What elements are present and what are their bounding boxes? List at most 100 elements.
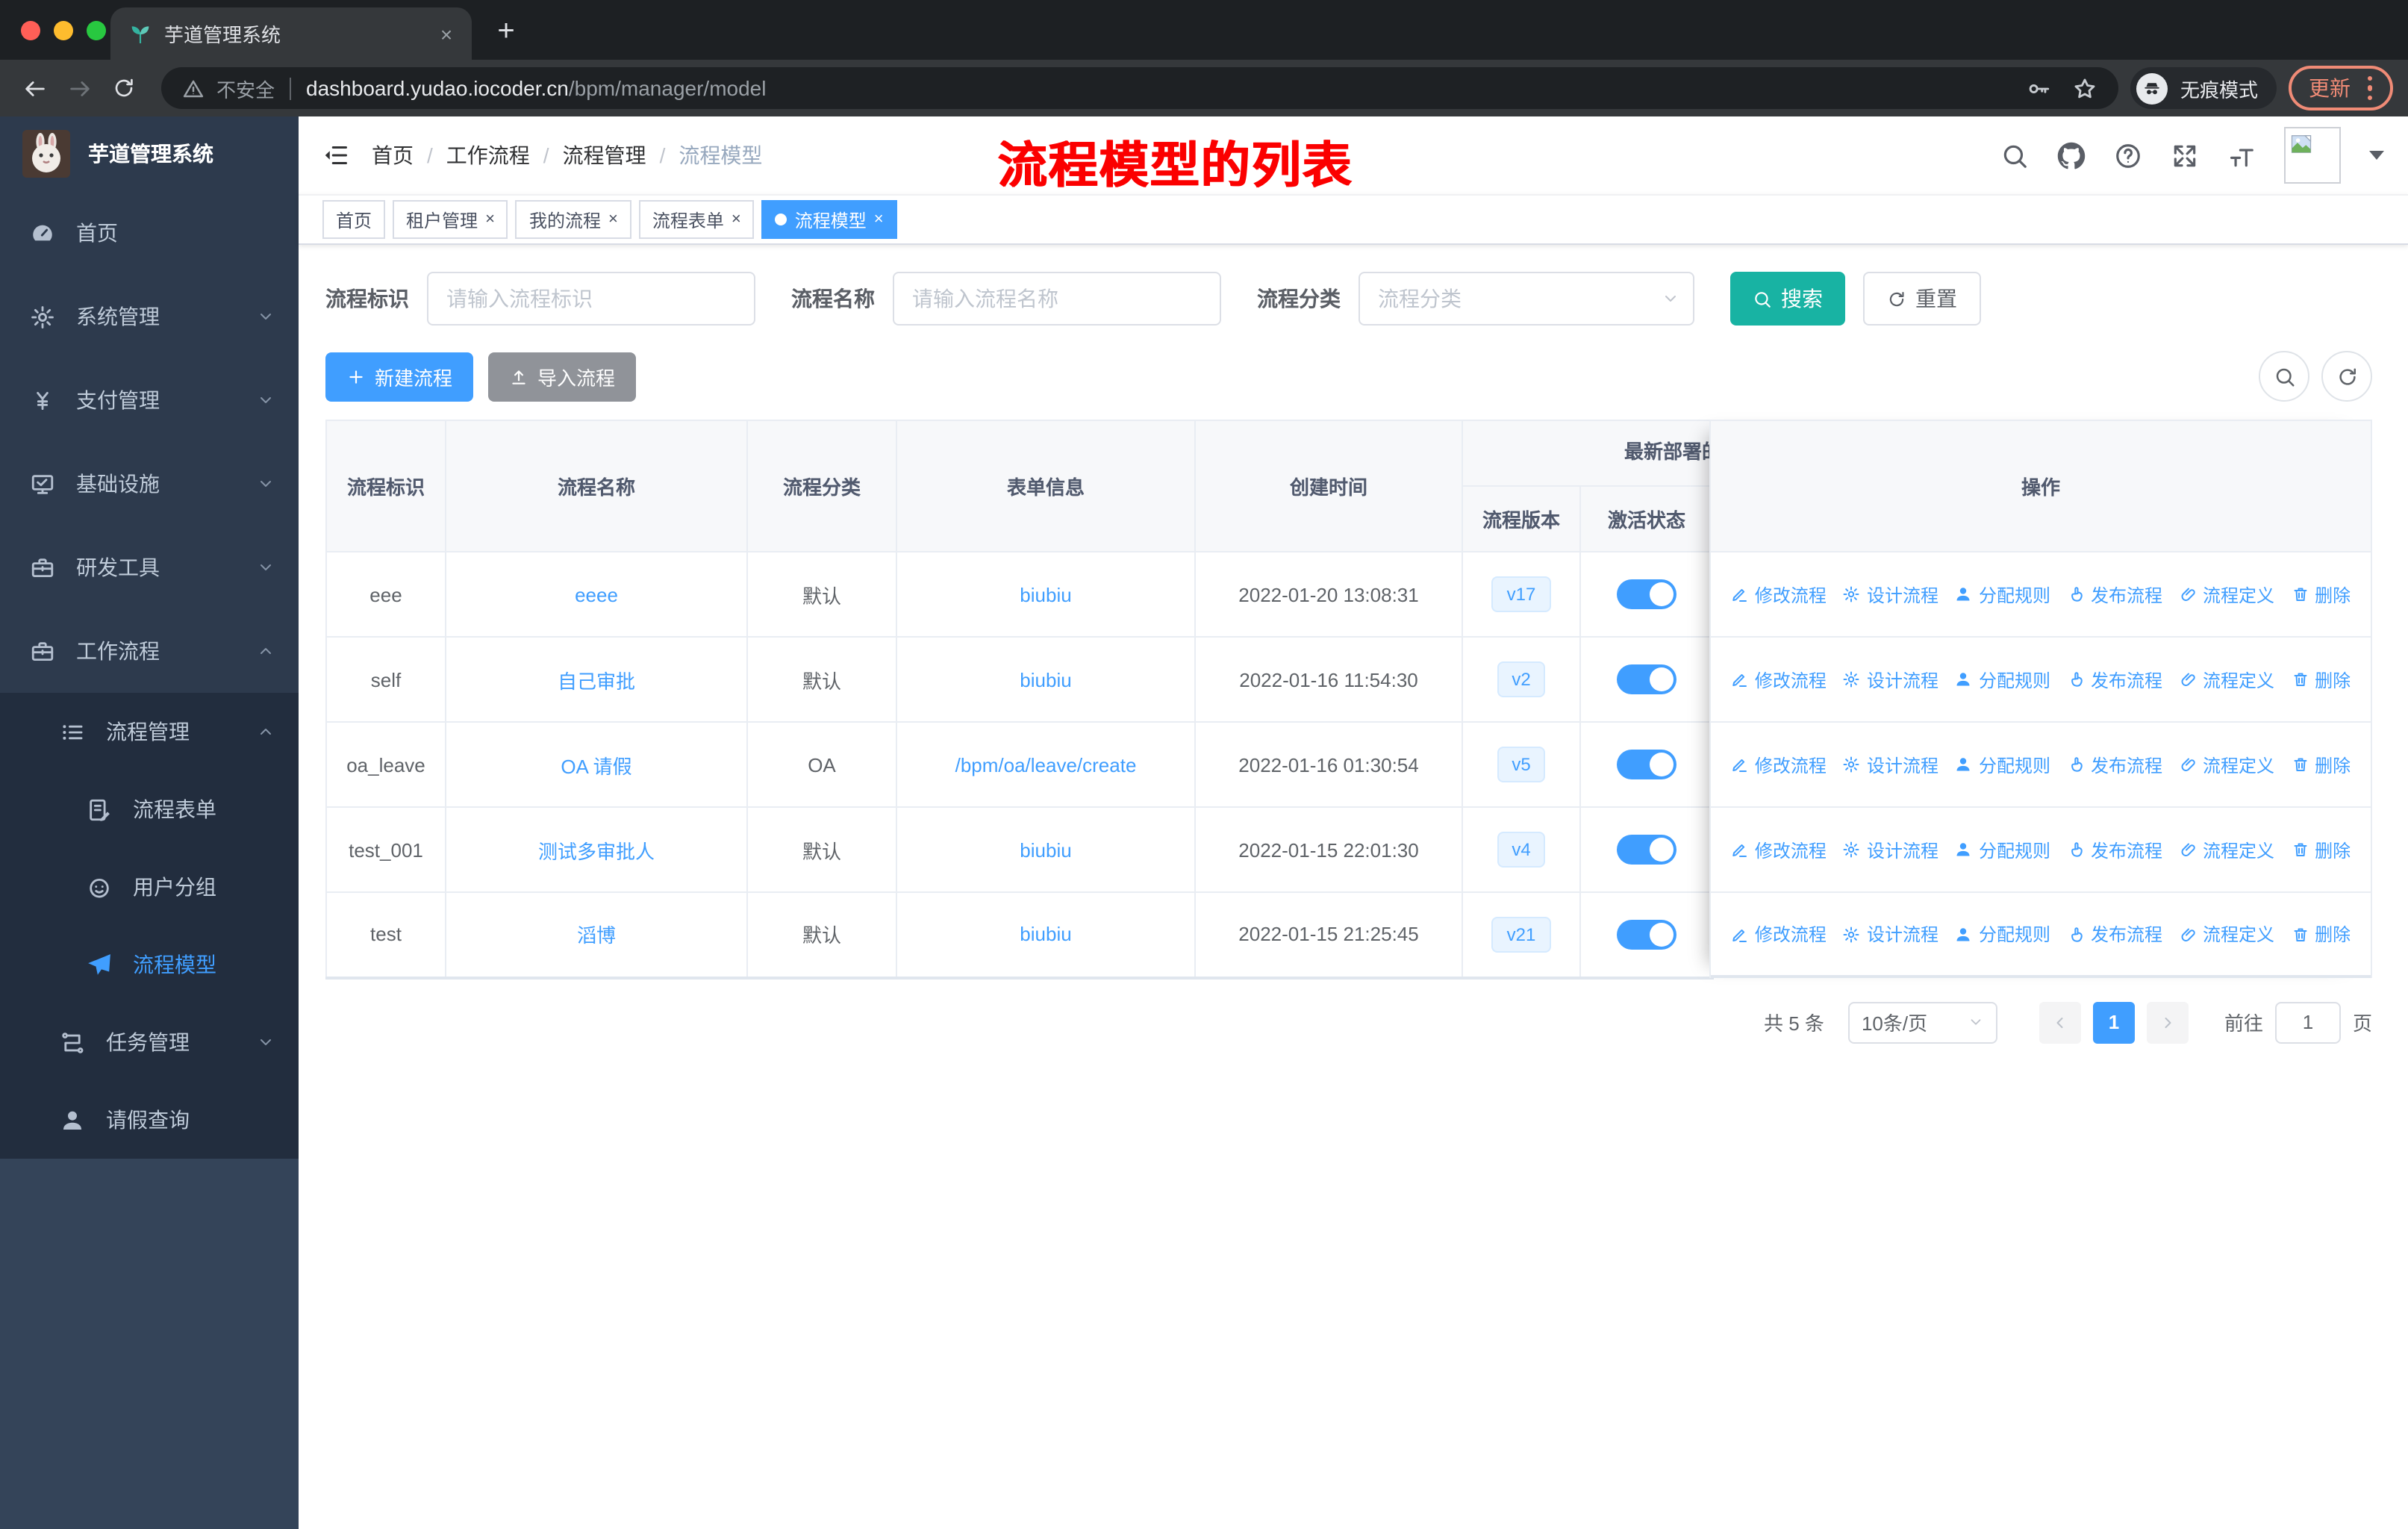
process-name-link[interactable]: 滔博 <box>577 925 616 947</box>
search-icon[interactable] <box>2000 141 2029 169</box>
action-publish-process-link[interactable]: 发布流程 <box>2067 582 2162 607</box>
sidebar-item-devtools[interactable]: 研发工具 <box>0 526 299 609</box>
form-info-link[interactable]: biubiu <box>1020 838 1071 861</box>
sidebar-item-payment[interactable]: 支付管理 <box>0 358 299 442</box>
action-design-process-link[interactable]: 设计流程 <box>1843 921 1938 947</box>
sidebar-item-process-model[interactable]: 流程模型 <box>0 926 299 1003</box>
action-design-process-link[interactable]: 设计流程 <box>1843 582 1938 607</box>
form-info-link[interactable]: biubiu <box>1020 668 1071 691</box>
reset-button[interactable]: 重置 <box>1863 272 1981 326</box>
active-toggle[interactable] <box>1617 579 1676 609</box>
reload-icon[interactable] <box>105 69 143 108</box>
action-process-definition-link[interactable]: 流程定义 <box>2179 582 2274 607</box>
close-icon[interactable]: × <box>485 211 495 228</box>
browser-update-button[interactable]: 更新 <box>2288 66 2393 110</box>
github-icon[interactable] <box>2057 141 2086 169</box>
sidebar-item-task-management[interactable]: 任务管理 <box>0 1003 299 1081</box>
breadcrumb-item[interactable]: 流程管理 <box>563 140 646 170</box>
active-toggle[interactable] <box>1617 664 1676 694</box>
close-icon[interactable]: × <box>608 211 618 228</box>
action-design-process-link[interactable]: 设计流程 <box>1843 752 1938 777</box>
action-publish-process-link[interactable]: 发布流程 <box>2067 921 2162 947</box>
search-button[interactable]: 搜索 <box>1730 272 1845 326</box>
bookmark-star-icon[interactable] <box>2073 75 2098 101</box>
action-assign-rule-link[interactable]: 分配规则 <box>1955 752 2050 777</box>
process-category-select[interactable] <box>1359 272 1694 326</box>
action-delete-link[interactable]: 删除 <box>2291 752 2351 777</box>
window-minimize-button[interactable] <box>54 21 73 40</box>
current-page-button[interactable]: 1 <box>2092 1001 2135 1043</box>
goto-page-input[interactable] <box>2274 1001 2341 1043</box>
action-assign-rule-link[interactable]: 分配规则 <box>1955 667 2050 692</box>
action-process-definition-link[interactable]: 流程定义 <box>2179 752 2274 777</box>
app-logo-row[interactable]: 芋道管理系统 <box>0 116 299 191</box>
breadcrumb-item[interactable]: 首页 <box>372 140 414 170</box>
tag-process-model[interactable]: 流程模型 × <box>761 200 897 239</box>
show-search-button[interactable] <box>2259 351 2309 402</box>
page-size-select[interactable]: 10条/页 <box>1847 1001 1997 1043</box>
browser-menu-icon[interactable] <box>2367 75 2372 101</box>
create-process-button[interactable]: 新建流程 <box>325 352 474 401</box>
refresh-table-button[interactable] <box>2321 351 2372 402</box>
action-process-definition-link[interactable]: 流程定义 <box>2179 837 2274 862</box>
sidebar-fold-icon[interactable] <box>322 142 349 169</box>
window-close-button[interactable] <box>21 21 40 40</box>
action-design-process-link[interactable]: 设计流程 <box>1843 667 1938 692</box>
action-design-process-link[interactable]: 设计流程 <box>1843 837 1938 862</box>
window-zoom-button[interactable] <box>87 21 106 40</box>
action-delete-link[interactable]: 删除 <box>2291 921 2351 947</box>
fullscreen-icon[interactable] <box>2171 141 2199 169</box>
active-toggle[interactable] <box>1617 919 1676 950</box>
action-edit-process-link[interactable]: 修改流程 <box>1731 752 1827 777</box>
font-size-icon[interactable] <box>2227 141 2256 169</box>
action-assign-rule-link[interactable]: 分配规则 <box>1955 582 2050 607</box>
action-edit-process-link[interactable]: 修改流程 <box>1731 667 1827 692</box>
action-assign-rule-link[interactable]: 分配规则 <box>1955 921 2050 947</box>
action-publish-process-link[interactable]: 发布流程 <box>2067 752 2162 777</box>
action-assign-rule-link[interactable]: 分配规则 <box>1955 837 2050 862</box>
action-edit-process-link[interactable]: 修改流程 <box>1731 837 1827 862</box>
process-name-link[interactable]: eeee <box>575 583 618 605</box>
password-key-icon[interactable] <box>2027 75 2052 101</box>
action-delete-link[interactable]: 删除 <box>2291 582 2351 607</box>
sidebar-item-user-group[interactable]: 用户分组 <box>0 848 299 926</box>
sidebar-item-system[interactable]: 系统管理 <box>0 275 299 358</box>
back-icon[interactable] <box>15 69 54 108</box>
form-info-link[interactable]: /bpm/oa/leave/create <box>955 753 1137 776</box>
sidebar-item-infrastructure[interactable]: 基础设施 <box>0 442 299 526</box>
form-info-link[interactable]: biubiu <box>1020 583 1071 605</box>
action-delete-link[interactable]: 删除 <box>2291 837 2351 862</box>
avatar[interactable] <box>2284 127 2341 184</box>
breadcrumb-item[interactable]: 工作流程 <box>446 140 530 170</box>
action-edit-process-link[interactable]: 修改流程 <box>1731 582 1827 607</box>
tag-my-process[interactable]: 我的流程 × <box>515 200 631 239</box>
active-toggle[interactable] <box>1617 835 1676 865</box>
tab-close-icon[interactable]: × <box>433 22 460 46</box>
sidebar-item-workflow[interactable]: 工作流程 <box>0 609 299 693</box>
action-publish-process-link[interactable]: 发布流程 <box>2067 837 2162 862</box>
action-process-definition-link[interactable]: 流程定义 <box>2179 667 2274 692</box>
next-page-button[interactable] <box>2146 1001 2189 1043</box>
browser-tab[interactable]: 芋道管理系统 × <box>110 7 472 60</box>
process-id-input[interactable] <box>427 272 755 326</box>
active-toggle[interactable] <box>1617 750 1676 779</box>
tag-process-form[interactable]: 流程表单 × <box>638 200 755 239</box>
sidebar-item-process-management[interactable]: 流程管理 <box>0 693 299 770</box>
close-icon[interactable]: × <box>874 211 884 228</box>
import-process-button[interactable]: 导入流程 <box>488 352 637 401</box>
form-info-link[interactable]: biubiu <box>1020 924 1071 946</box>
action-publish-process-link[interactable]: 发布流程 <box>2067 667 2162 692</box>
action-process-definition-link[interactable]: 流程定义 <box>2179 921 2274 947</box>
forward-icon[interactable] <box>60 69 99 108</box>
action-delete-link[interactable]: 删除 <box>2291 667 2351 692</box>
address-bar[interactable]: 不安全 dashboard.yudao.iocoder.cn/bpm/manag… <box>161 67 2119 109</box>
process-name-link[interactable]: 测试多审批人 <box>538 840 655 862</box>
process-name-link[interactable]: 自己审批 <box>558 670 635 692</box>
sidebar-item-leave-query[interactable]: 请假查询 <box>0 1081 299 1159</box>
sidebar-item-home[interactable]: 首页 <box>0 191 299 275</box>
avatar-caret-icon[interactable] <box>2369 151 2384 160</box>
new-tab-button[interactable]: + <box>484 9 528 54</box>
sidebar-item-process-form[interactable]: 流程表单 <box>0 770 299 848</box>
action-edit-process-link[interactable]: 修改流程 <box>1731 921 1827 947</box>
process-name-input[interactable] <box>893 272 1221 326</box>
